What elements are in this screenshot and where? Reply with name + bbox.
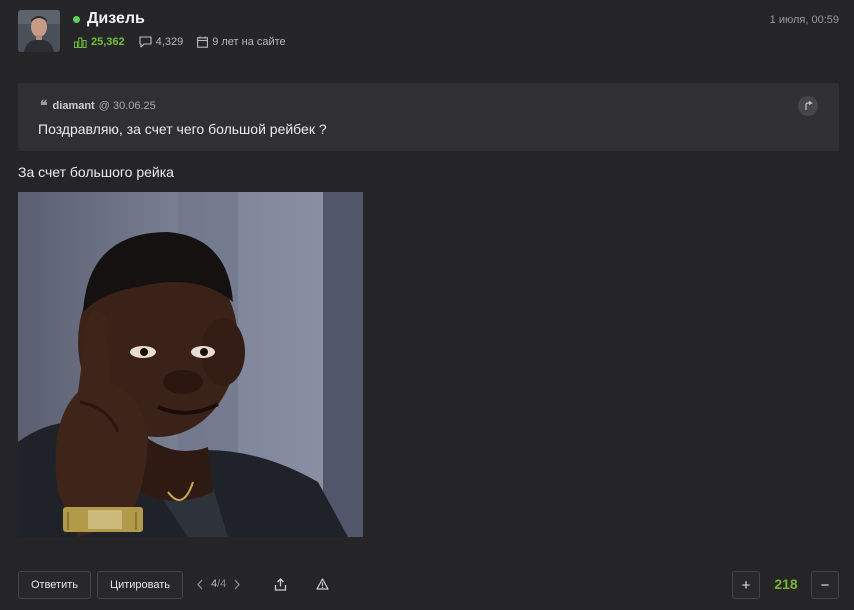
chevron-left-icon[interactable] xyxy=(196,579,204,590)
quote-author[interactable]: diamant xyxy=(53,100,95,112)
author-name[interactable]: Дизель xyxy=(87,10,145,28)
quote-jump-button[interactable] xyxy=(798,96,818,116)
meme-image[interactable] xyxy=(18,192,363,537)
author-avatar[interactable] xyxy=(18,10,60,52)
jump-arrow-icon xyxy=(805,101,813,110)
rating-value: 25,362 xyxy=(91,36,125,48)
online-status-indicator xyxy=(73,15,80,23)
author-meta: 25,362 4,329 9 лет на сайте xyxy=(74,36,300,48)
quote-text: Поздравляю, за счет чего большой рейбек … xyxy=(38,121,327,137)
bar-chart-icon xyxy=(74,37,87,48)
meme-picture xyxy=(18,192,363,537)
post-body-text: За счет большого рейка xyxy=(18,164,174,180)
author-membership: 9 лет на сайте xyxy=(197,36,286,48)
author-posts: 4,329 xyxy=(139,36,184,48)
share-icon xyxy=(274,577,286,591)
downvote-button[interactable]: − xyxy=(811,571,839,599)
author-line: Дизель xyxy=(73,10,145,28)
avatar-image xyxy=(18,10,60,52)
forum-post: Дизель 25,362 4,329 9 лет на сайте 1 июл… xyxy=(0,0,854,610)
page-total: /4 xyxy=(217,578,227,590)
quote-block: ❝ diamant @ 30.06.25 Поздравляю, за счет… xyxy=(18,83,839,151)
share-button[interactable] xyxy=(271,575,289,593)
chat-icon xyxy=(139,36,152,48)
membership-duration: 9 лет на сайте xyxy=(212,36,286,48)
calendar-icon xyxy=(197,36,209,48)
post-score: 218 xyxy=(774,576,798,592)
quote-header: ❝ diamant @ 30.06.25 xyxy=(40,98,156,114)
warning-icon xyxy=(315,578,329,590)
post-pager: 4 /4 xyxy=(196,578,241,590)
posts-count: 4,329 xyxy=(155,36,184,48)
report-button[interactable] xyxy=(313,575,331,593)
author-rating: 25,362 xyxy=(74,36,125,48)
reply-button[interactable]: Ответить xyxy=(18,571,91,599)
quote-button[interactable]: Цитировать xyxy=(97,571,183,599)
post-date[interactable]: 1 июля, 00:59 xyxy=(770,14,839,26)
quote-icon: ❝ xyxy=(40,98,48,114)
quote-date: @ 30.06.25 xyxy=(98,100,156,112)
upvote-button[interactable]: + xyxy=(732,571,760,599)
chevron-right-icon[interactable] xyxy=(233,579,241,590)
